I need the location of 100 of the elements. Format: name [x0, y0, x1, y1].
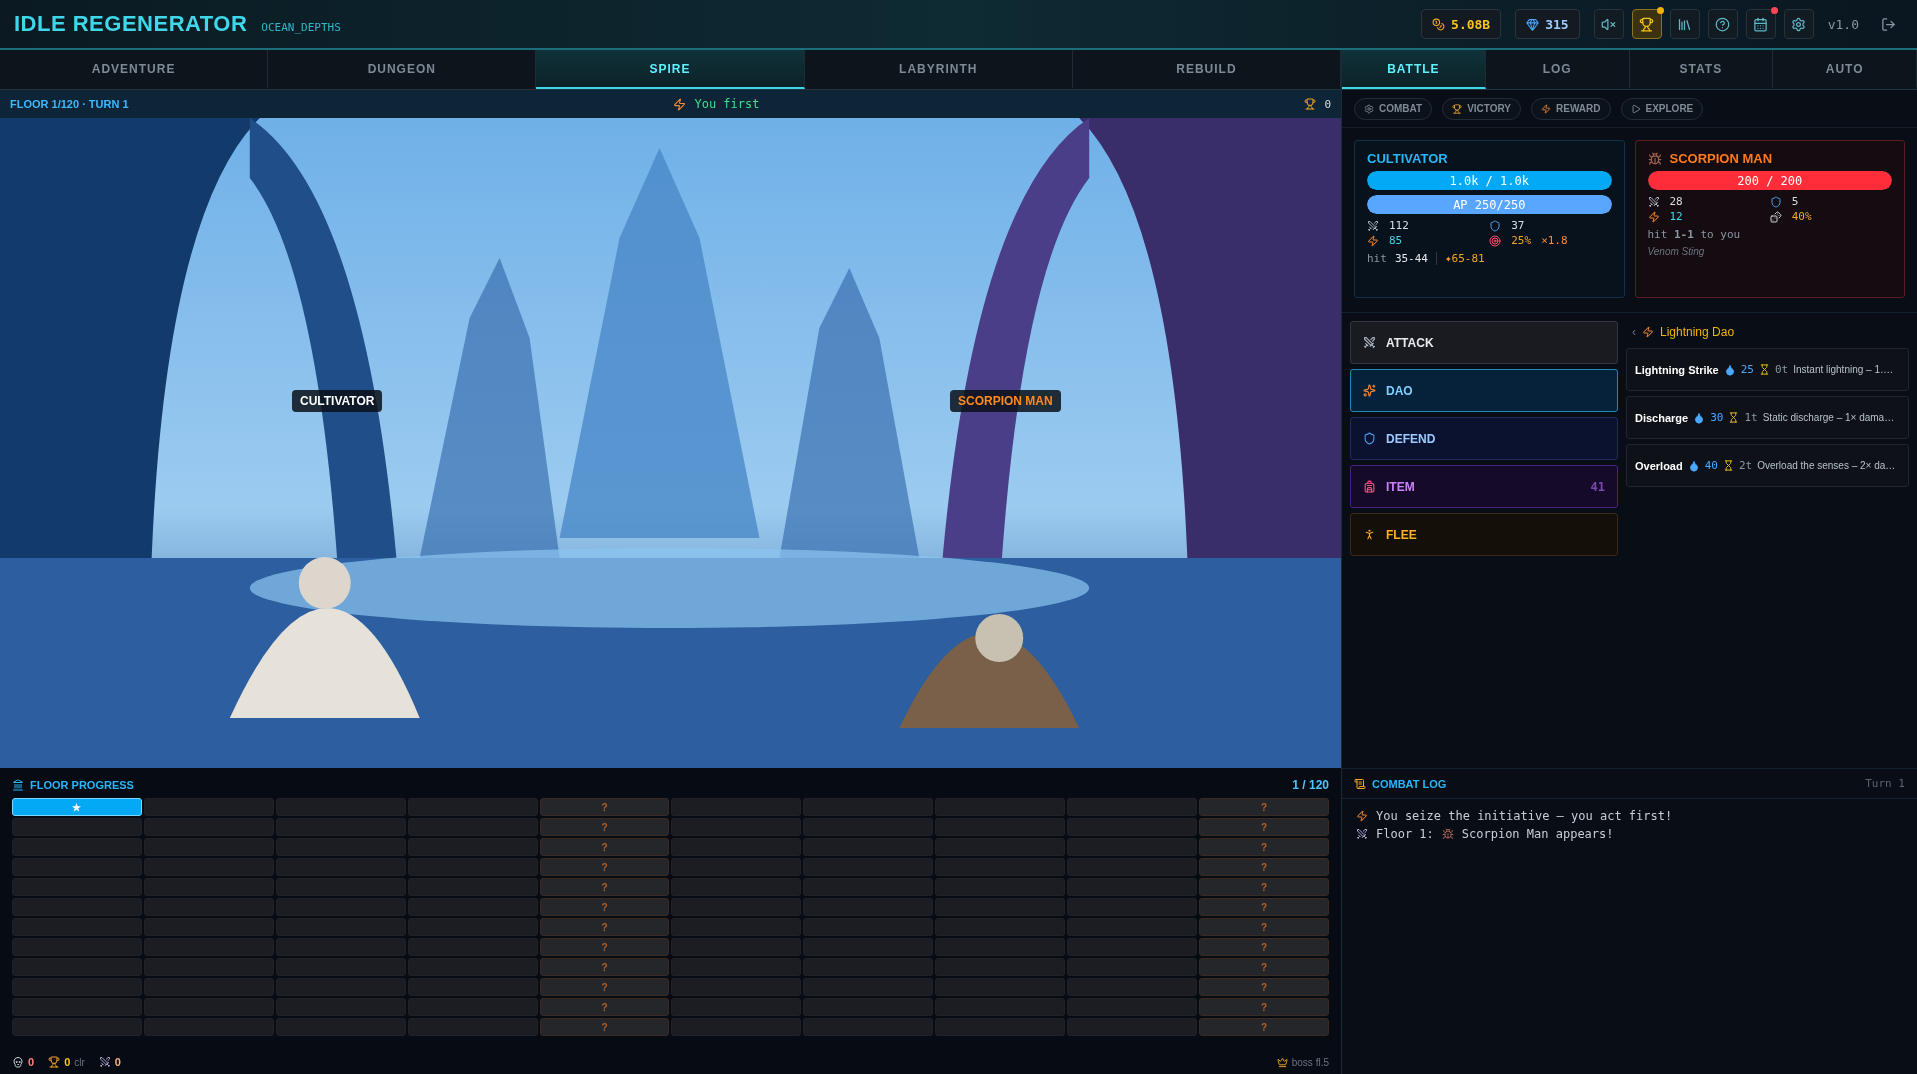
currency-counter: 5.08B: [1421, 9, 1502, 39]
floor-cell: ?: [1199, 798, 1329, 816]
trophy-count: 0: [1324, 97, 1331, 111]
action-button[interactable]: ATTACK: [1350, 321, 1618, 364]
hit-range: ✦65-81: [1436, 252, 1485, 265]
crown-icon: [1276, 1056, 1288, 1068]
action-button[interactable]: ITEM 41: [1350, 465, 1618, 508]
lightning-icon: [1642, 326, 1654, 338]
skill-button[interactable]: Overload 40 2t Overload the senses – 2× da…: [1626, 444, 1909, 487]
app-title: IDLE REGENERATOR: [14, 11, 248, 37]
floor-cell: ?: [1199, 838, 1329, 856]
ap-text: AP 250/250: [1452, 196, 1527, 214]
panel-tab[interactable]: AUTO: [1773, 50, 1917, 89]
scroll-icon: [1354, 777, 1366, 790]
mode-tab[interactable]: LABYRINTH: [804, 50, 1073, 89]
floor-cell: ★: [12, 798, 142, 816]
back-button[interactable]: ‹: [1632, 325, 1636, 339]
droplet-icon: [1687, 459, 1700, 472]
hit-text: hit 1-1 to you: [1647, 228, 1742, 241]
trophy-button[interactable]: [1631, 9, 1662, 39]
multiplier-value: ×1.8: [1541, 234, 1568, 247]
floor-cell: ?: [539, 798, 670, 816]
stat-value: 85: [1389, 234, 1403, 247]
skill-button[interactable]: Lightning Strike 25 0t Instant lightning – 1….: [1626, 348, 1909, 391]
trophy-icon: [1452, 103, 1463, 114]
shield-icon: [1769, 195, 1782, 208]
calendar-button[interactable]: [1745, 9, 1776, 39]
lightning-icon: [673, 97, 687, 111]
floor-cell: ?: [539, 898, 670, 916]
trophy-icon: [48, 1056, 61, 1068]
floor-cell: ?: [1199, 898, 1329, 916]
gear-icon: [1364, 103, 1374, 114]
gate-icon: [12, 779, 24, 791]
floor-cell: ?: [539, 838, 670, 856]
running-figure-icon: [1363, 528, 1376, 541]
panel-tab[interactable]: BATTLE: [1342, 50, 1486, 89]
swords-icon: [1647, 195, 1660, 208]
panel-tab[interactable]: STATS: [1629, 50, 1774, 89]
floor-cell: ?: [1199, 878, 1329, 896]
mute-icon: [1601, 16, 1617, 32]
settings-button[interactable]: [1783, 9, 1814, 39]
swords-icon: [98, 1056, 111, 1068]
backpack-icon: [1363, 480, 1376, 493]
filter-button[interactable]: VICTORY: [1442, 97, 1522, 120]
floor-cell: ?: [539, 978, 670, 996]
log-text: You seize the initiative – you act first!: [1376, 809, 1673, 823]
stat-value: 0: [28, 1056, 35, 1068]
mute-button[interactable]: [1593, 9, 1624, 39]
floor-cell: ?: [539, 938, 670, 956]
floor-cell: ?: [539, 818, 670, 836]
hp-text: 200 / 200: [1736, 172, 1804, 190]
floor-count: 1 / 120: [1292, 778, 1329, 792]
enemy-name: SCORPION MAN: [1669, 151, 1773, 166]
filter-button[interactable]: EXPLORE: [1620, 97, 1704, 120]
coin-icon: [1432, 17, 1446, 31]
filter-button[interactable]: COMBAT: [1354, 97, 1433, 120]
swords-icon: [1363, 336, 1376, 349]
filter-button[interactable]: REWARD: [1531, 97, 1611, 120]
mode-tab[interactable]: ADVENTURE: [0, 50, 269, 89]
floor-cell: ?: [1199, 978, 1329, 996]
help-icon: [1715, 16, 1731, 32]
stat-value: 37: [1511, 219, 1525, 232]
action-button[interactable]: DEFEND: [1350, 417, 1618, 460]
stat-value: 0: [114, 1056, 121, 1068]
action-button[interactable]: DAO: [1350, 369, 1618, 412]
fighter-label: CULTIVATOR: [292, 390, 383, 412]
stat-value: 12: [1669, 210, 1683, 223]
floor-cell: ?: [1199, 998, 1329, 1016]
bug-icon: [1441, 828, 1454, 840]
lightning-icon: [1647, 210, 1660, 223]
floor-cell: ?: [539, 998, 670, 1016]
target-icon: [1489, 234, 1502, 247]
action-button[interactable]: FLEE: [1350, 513, 1618, 556]
panel-tab[interactable]: LOG: [1485, 50, 1630, 89]
skill-button[interactable]: Discharge 30 1t Static discharge – 1× dama…: [1626, 396, 1909, 439]
section-title: FLOOR PROGRESS: [30, 779, 134, 791]
trophy-icon: [1639, 16, 1655, 32]
currency-counter: 315: [1515, 9, 1580, 39]
library-button[interactable]: [1669, 9, 1700, 39]
floor-cell: ?: [1199, 958, 1329, 976]
turn-label: Turn 1: [1865, 777, 1905, 790]
mode-tab[interactable]: REBUILD: [1072, 50, 1341, 89]
logout-icon: [1880, 16, 1896, 32]
initiative-text: You first: [694, 97, 760, 111]
log-text: Floor 1:: [1376, 827, 1434, 841]
fighter-label: SCORPION MAN: [950, 390, 1061, 412]
profile-name: OCEAN_DEPTHS: [261, 20, 341, 34]
help-button[interactable]: [1707, 9, 1738, 39]
lightning-icon: [1356, 810, 1368, 822]
hit-label: hit: [1367, 252, 1387, 265]
lightning-icon: [1541, 103, 1552, 114]
gem-icon: [1526, 17, 1540, 31]
dice-icon: [1769, 210, 1782, 223]
swords-icon: [1356, 828, 1368, 840]
hourglass-icon: [1728, 412, 1740, 423]
play-icon: [1630, 103, 1641, 114]
stat-unit: clr: [74, 1056, 85, 1068]
library-icon: [1677, 16, 1693, 32]
floor-cell: ?: [1199, 918, 1329, 936]
mode-tab[interactable]: SPIRE: [536, 50, 805, 89]
